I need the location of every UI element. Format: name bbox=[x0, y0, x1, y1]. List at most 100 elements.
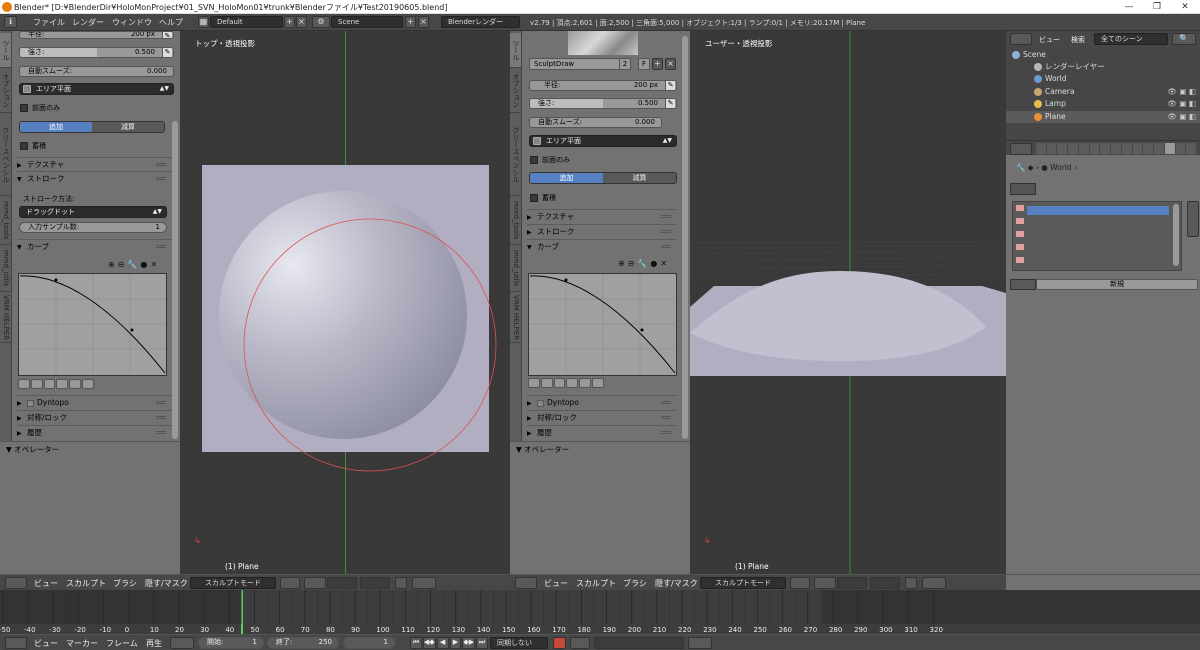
visibility-icons[interactable]: 👁 ▣ ◧ bbox=[1168, 111, 1196, 123]
outliner-row-scene[interactable]: Scene bbox=[1006, 49, 1200, 61]
timeline-view-menu[interactable]: ビュー bbox=[34, 638, 58, 649]
pivot-dropdown[interactable] bbox=[304, 577, 326, 589]
add-button[interactable]: 追加 bbox=[530, 173, 603, 183]
strength-field[interactable]: 強さ: 0.500 ✎ bbox=[529, 98, 677, 109]
timeline-playback-menu[interactable]: 再生 bbox=[146, 638, 162, 649]
playback-controls[interactable]: ⏮ ◀◆ ◀ ▶ ◆▶ ⏭ bbox=[410, 637, 488, 649]
dyntopo-section[interactable]: ▶ Dyntopo bbox=[17, 395, 172, 408]
layout-dropdown[interactable]: Default bbox=[210, 16, 283, 28]
timeline-frame-menu[interactable]: フレーム bbox=[106, 638, 138, 649]
symmetry-section[interactable]: ▶ 対称/ロック bbox=[17, 410, 172, 423]
input-samples-field[interactable]: 入力サンプル数: 1 bbox=[19, 222, 167, 233]
brush-menu[interactable]: ブラシ bbox=[623, 578, 647, 589]
minimize-button[interactable]: — bbox=[1115, 0, 1143, 14]
texture-browse-button[interactable] bbox=[1010, 279, 1036, 290]
slot-move-buttons[interactable] bbox=[1187, 201, 1199, 237]
tab-mmd-utils[interactable]: mmd_utils bbox=[0, 246, 11, 292]
menu-file[interactable]: ファイル bbox=[33, 17, 65, 28]
accumulate-checkbox[interactable]: 蓄積 bbox=[530, 193, 556, 203]
falloff-curve-editor[interactable] bbox=[528, 273, 677, 376]
keying-set-field[interactable] bbox=[594, 637, 684, 649]
outliner-row-world[interactable]: World bbox=[1006, 73, 1200, 85]
brush-add-button[interactable]: + bbox=[652, 58, 663, 70]
render-preview-icon[interactable] bbox=[922, 577, 946, 589]
texture-slot-selected[interactable] bbox=[1027, 206, 1169, 215]
layout-remove-button[interactable]: × bbox=[296, 16, 307, 28]
properties-context-tabs[interactable] bbox=[1036, 143, 1197, 154]
render-preview-icon[interactable] bbox=[412, 577, 436, 589]
front-only-checkbox[interactable]: 前面のみ bbox=[530, 155, 570, 165]
sculpt-menu[interactable]: スカルプト bbox=[576, 578, 616, 589]
pressure-icon[interactable]: ✎ bbox=[162, 48, 172, 57]
outliner-search-menu[interactable]: 検索 bbox=[1071, 35, 1085, 45]
new-texture-button[interactable]: 新規 bbox=[1036, 279, 1198, 290]
shading-dropdown[interactable] bbox=[790, 577, 810, 589]
curve-section[interactable]: ▼ カーブ bbox=[527, 239, 677, 252]
operator-header[interactable]: ▼ オペレーター bbox=[516, 444, 569, 455]
info-editor-icon[interactable]: ℹ bbox=[4, 16, 17, 28]
tab-tools[interactable]: ツール bbox=[0, 33, 11, 68]
menu-render[interactable]: レンダー bbox=[72, 17, 104, 28]
outliner-editor-icon[interactable] bbox=[1010, 33, 1032, 45]
close-button[interactable]: ✕ bbox=[1171, 0, 1199, 14]
mode-dropdown[interactable]: スカルプトモード bbox=[700, 577, 786, 589]
area-plane-dropdown[interactable]: エリア平面 ▲▼ bbox=[19, 83, 174, 95]
tool-shelf-scrollbar[interactable] bbox=[172, 121, 178, 439]
fake-user-button[interactable]: F bbox=[638, 58, 650, 70]
curve-preset-buttons[interactable] bbox=[18, 379, 94, 389]
outliner-row-plane[interactable]: Plane 👁 ▣ ◧ bbox=[1006, 111, 1200, 123]
tab-vrm-helper[interactable]: VRM HELPER bbox=[510, 293, 521, 343]
subtract-button[interactable]: 減算 bbox=[92, 122, 164, 132]
shading-dropdown[interactable] bbox=[280, 577, 300, 589]
tab-grease-pencil[interactable]: グリースペンシル bbox=[0, 114, 11, 196]
curve-tools-icons[interactable]: ⊕⊖🔧●✕ bbox=[108, 260, 160, 269]
menu-window[interactable]: ウィンドウ bbox=[112, 17, 152, 28]
symmetry-section[interactable]: ▶ 対称/ロック bbox=[527, 410, 677, 423]
radius-field[interactable]: 半径: 200 px ✎ bbox=[19, 31, 174, 39]
outliner-row-camera[interactable]: Camera 👁 ▣ ◧ bbox=[1006, 86, 1200, 98]
outliner-filter-dropdown[interactable]: 全てのシーン bbox=[1094, 33, 1168, 45]
lock-layer-icon[interactable] bbox=[395, 577, 407, 589]
view-menu[interactable]: ビュー bbox=[544, 578, 568, 589]
brush-preview-thumbnail[interactable] bbox=[568, 31, 638, 55]
curve-tools-icons[interactable]: ⊕⊖🔧●✕ bbox=[618, 259, 670, 268]
viewport-user-perspective[interactable]: ユーザー・透視投影 ↳ (1) Plane bbox=[690, 31, 1006, 574]
texture-slot-list[interactable] bbox=[1012, 201, 1182, 271]
timeline-marker-menu[interactable]: マーカー bbox=[66, 638, 98, 649]
pivot-dropdown[interactable] bbox=[814, 577, 836, 589]
texture-section[interactable]: ▶ テクスチャ bbox=[527, 209, 677, 222]
tool-shelf-scrollbar[interactable] bbox=[682, 36, 688, 439]
tab-mmd-tools[interactable]: mmd_tools bbox=[0, 197, 11, 245]
outliner-row-lamp[interactable]: Lamp 👁 ▣ ◧ bbox=[1006, 98, 1200, 110]
add-button[interactable]: 追加 bbox=[20, 122, 92, 132]
end-frame-field[interactable]: 終了: 250 bbox=[267, 637, 339, 649]
auto-smooth-field[interactable]: 自動スムーズ: 0.000 bbox=[529, 117, 662, 128]
tab-mmd-tools[interactable]: mmd_tools bbox=[510, 197, 521, 245]
brush-name-field[interactable]: SculptDraw bbox=[529, 58, 629, 70]
menu-help[interactable]: ヘルプ bbox=[159, 17, 183, 28]
visibility-icons[interactable]: 👁 ▣ ◧ bbox=[1168, 98, 1196, 110]
lock-layer-icon[interactable] bbox=[905, 577, 917, 589]
hide-mask-menu[interactable]: 隠す/マスク bbox=[655, 578, 698, 589]
editor-type-icon[interactable] bbox=[5, 637, 27, 649]
tab-tools[interactable]: ツール bbox=[510, 33, 521, 68]
layer-buttons[interactable] bbox=[327, 577, 357, 589]
timeline[interactable]: -50 -40 -30 -20 -10 0 10 20 30 40 50 60 70 80 90 100 110… bbox=[0, 590, 1200, 634]
accumulate-checkbox[interactable]: 蓄積 bbox=[20, 141, 46, 151]
texture-slot-type-toggle[interactable] bbox=[1010, 183, 1036, 195]
layer-buttons[interactable] bbox=[870, 577, 900, 589]
brush-remove-button[interactable]: × bbox=[665, 58, 676, 70]
operator-header[interactable]: ▼ オペレーター bbox=[6, 444, 59, 455]
strength-field[interactable]: 強さ: 0.500 ✎ bbox=[19, 47, 174, 58]
front-only-checkbox[interactable]: 前面のみ bbox=[20, 103, 60, 113]
scene-icon[interactable]: ⚙ bbox=[312, 16, 330, 28]
properties-editor-icon[interactable] bbox=[1010, 143, 1032, 155]
scene-add-button[interactable]: + bbox=[405, 16, 416, 28]
scene-remove-button[interactable]: × bbox=[418, 16, 429, 28]
history-section[interactable]: ▶ 履歴 bbox=[17, 425, 172, 438]
maximize-button[interactable]: ❐ bbox=[1143, 0, 1171, 14]
stroke-method-dropdown[interactable]: ドラッグドット ▲▼ bbox=[19, 206, 167, 218]
layer-buttons[interactable] bbox=[837, 577, 867, 589]
falloff-curve-editor[interactable] bbox=[18, 273, 167, 376]
insert-keyframe-icons[interactable] bbox=[688, 637, 712, 649]
